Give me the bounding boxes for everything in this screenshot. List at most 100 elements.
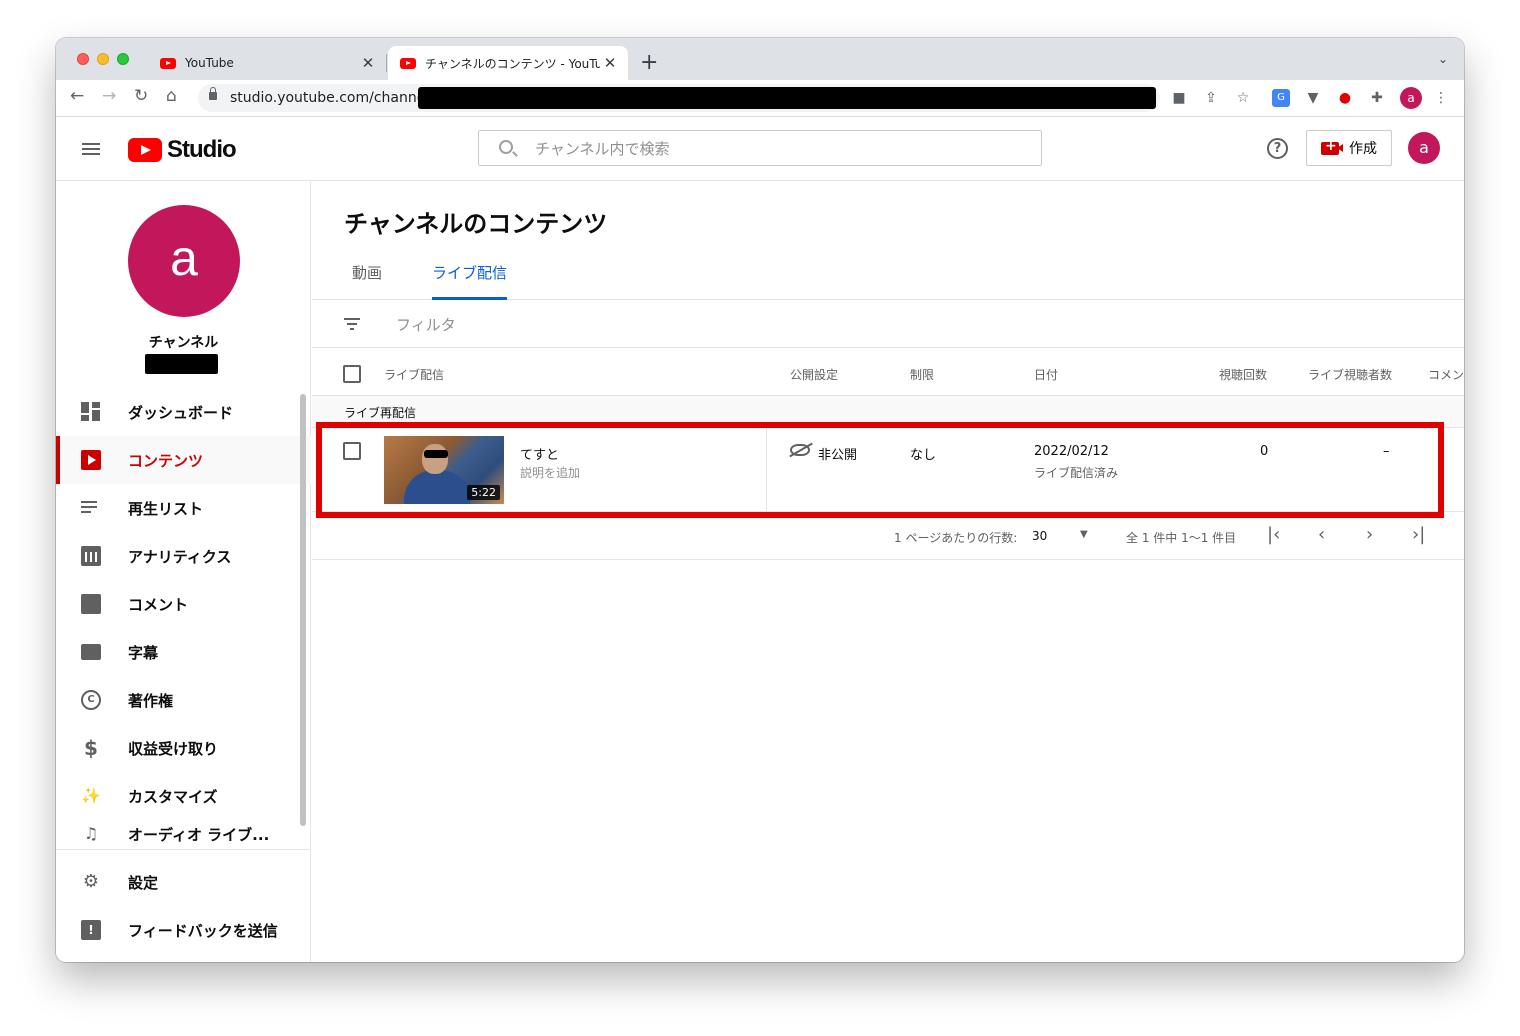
url-text: studio.youtube.com/channel/ (230, 90, 434, 106)
pagination: 1 ページあたりの行数: 30 ▼ 全 1 件中 1〜1 件目 |‹ ‹ › ›… (312, 512, 1464, 560)
sidebar-item-content[interactable]: コンテンツ (56, 436, 311, 484)
maximize-window-button[interactable] (117, 53, 129, 65)
sidebar-nav: ダッシュボード コンテンツ 再生リスト アナリティクス コメント 字幕 C 著作… (56, 388, 311, 844)
minimize-window-button[interactable] (97, 53, 109, 65)
browser-tab-youtube[interactable]: YouTube ✕ (150, 46, 386, 80)
close-tab-icon[interactable]: ✕ (358, 54, 378, 72)
sidebar-item-playlists[interactable]: 再生リスト (56, 484, 311, 532)
account-avatar[interactable]: a (1408, 132, 1440, 164)
sidebar-item-audio-library[interactable]: ♫ オーディオ ライブ... (56, 820, 311, 844)
tab-strip: YouTube ✕ チャンネルのコンテンツ - YouTube Studio ✕… (56, 38, 1464, 80)
sidebar-item-label: 再生リスト (128, 499, 204, 518)
extensions-puzzle-icon[interactable]: ✚ (1368, 89, 1386, 107)
browser-tab-studio[interactable]: チャンネルのコンテンツ - YouTube Studio ✕ (388, 46, 628, 80)
content-icon (81, 450, 101, 470)
sidebar-item-label: オーディオ ライブ... (128, 826, 270, 844)
sidebar-item-earn[interactable]: $ 収益受け取り (56, 724, 311, 772)
search-input[interactable]: チャンネル内で検索 (478, 130, 1042, 166)
sidebar-bottom: ⚙ 設定 ! フィードバックを送信 (56, 849, 311, 954)
column-header-live-viewers[interactable]: ライブ視聴者数 (1308, 366, 1392, 383)
sidebar-item-label: コンテンツ (128, 451, 204, 470)
share-icon[interactable]: ⇪ (1202, 89, 1220, 107)
first-page-icon[interactable]: |‹ (1267, 524, 1280, 545)
sidebar-item-label: ダッシュボード (128, 403, 234, 422)
youtube-play-icon (128, 138, 162, 162)
back-arrow-icon[interactable]: ← (70, 86, 84, 106)
vpn-extension-icon[interactable]: ▼ (1304, 89, 1322, 107)
content-tabs: 動画 ライブ配信 (312, 262, 1464, 300)
youtube-favicon-icon (400, 57, 416, 69)
sidebar-scrollbar[interactable] (300, 394, 306, 826)
subtitles-icon (81, 644, 101, 660)
comment-icon (81, 594, 101, 614)
reload-icon[interactable]: ↻ (134, 86, 148, 106)
copyright-icon: C (81, 690, 101, 710)
camera-icon[interactable]: ■ (1170, 89, 1188, 107)
new-tab-button[interactable]: + (640, 50, 658, 75)
column-header-views[interactable]: 視聴回数 (1219, 366, 1267, 383)
close-tab-icon[interactable]: ✕ (600, 54, 620, 72)
sidebar-item-label: フィードバックを送信 (128, 921, 278, 940)
column-header-date[interactable]: 日付 (1034, 366, 1058, 383)
bookmark-star-icon[interactable]: ☆ (1234, 89, 1252, 107)
sidebar-item-label: 著作権 (128, 691, 174, 710)
dollar-icon: $ (84, 736, 98, 760)
sidebar-item-dashboard[interactable]: ダッシュボード (56, 388, 311, 436)
tab-videos[interactable]: 動画 (352, 262, 382, 300)
sidebar-item-customization[interactable]: ✨ カスタマイズ (56, 772, 311, 820)
tab-live[interactable]: ライブ配信 (432, 262, 508, 300)
sidebar-item-settings[interactable]: ⚙ 設定 (56, 858, 311, 906)
dashboard-icon (81, 402, 101, 422)
page-range: 全 1 件中 1〜1 件目 (1126, 531, 1237, 545)
lock-icon (209, 87, 217, 100)
studio-logo[interactable]: Studio (128, 136, 237, 164)
video-camera-icon (1321, 138, 1343, 155)
column-header-visibility[interactable]: 公開設定 (790, 366, 838, 383)
address-bar[interactable]: studio.youtube.com/channel/ (198, 84, 1160, 112)
sidebar-item-feedback[interactable]: ! フィードバックを送信 (56, 906, 311, 954)
audio-library-icon: ♫ (83, 824, 99, 843)
filter-icon[interactable] (344, 318, 360, 330)
next-page-icon[interactable]: › (1366, 524, 1373, 545)
forward-arrow-icon[interactable]: → (102, 86, 116, 106)
filter-bar[interactable]: フィルタ (312, 300, 1464, 348)
analytics-icon (81, 546, 101, 566)
sidebar-item-label: アナリティクス (128, 547, 232, 566)
tab-title: YouTube (185, 56, 234, 70)
create-button[interactable]: 作成 (1306, 130, 1392, 166)
help-icon[interactable]: ? (1267, 138, 1288, 159)
rows-per-page-select[interactable]: 30 (1032, 529, 1047, 543)
sidebar-item-analytics[interactable]: アナリティクス (56, 532, 311, 580)
menu-hamburger-icon[interactable] (82, 143, 100, 155)
sidebar-item-copyright[interactable]: C 著作権 (56, 676, 311, 724)
youtube-favicon-icon (160, 57, 176, 69)
column-header-restrictions[interactable]: 制限 (910, 366, 934, 383)
logo-text: Studio (167, 136, 237, 163)
playlist-icon (81, 498, 101, 518)
gear-icon: ⚙ (82, 871, 100, 892)
sidebar-item-label: カスタマイズ (128, 787, 218, 806)
sidebar-item-subtitles[interactable]: 字幕 (56, 628, 311, 676)
sidebar-item-comments[interactable]: コメント (56, 580, 311, 628)
last-page-icon[interactable]: ›| (1412, 524, 1425, 545)
previous-page-icon[interactable]: ‹ (1318, 524, 1325, 545)
close-window-button[interactable] (77, 53, 89, 65)
filter-placeholder: フィルタ (396, 316, 456, 334)
profile-avatar[interactable]: a (1400, 87, 1422, 109)
kebab-menu-icon[interactable]: ⋮ (1432, 89, 1450, 107)
column-header-comments[interactable]: コメン (1428, 366, 1464, 383)
magic-wand-icon: ✨ (81, 786, 101, 805)
home-icon[interactable]: ⌂ (166, 86, 177, 106)
dropdown-caret-icon[interactable]: ▼ (1080, 529, 1088, 540)
redacted-url-bar (418, 87, 1156, 109)
tab-title: チャンネルのコンテンツ - YouTube Studio (425, 56, 600, 71)
search-placeholder: チャンネル内で検索 (535, 139, 670, 158)
select-all-checkbox[interactable] (343, 365, 361, 383)
studio-header: Studio チャンネル内で検索 ? 作成 a (56, 117, 1464, 181)
sidebar-item-label: コメント (128, 595, 189, 614)
trend-micro-icon[interactable]: ● (1336, 89, 1354, 107)
channel-avatar[interactable]: a (128, 205, 240, 317)
tab-search-chevron-icon[interactable]: ⌄ (1438, 52, 1448, 66)
translate-icon[interactable]: G (1272, 89, 1290, 107)
tab-separator (386, 54, 387, 72)
